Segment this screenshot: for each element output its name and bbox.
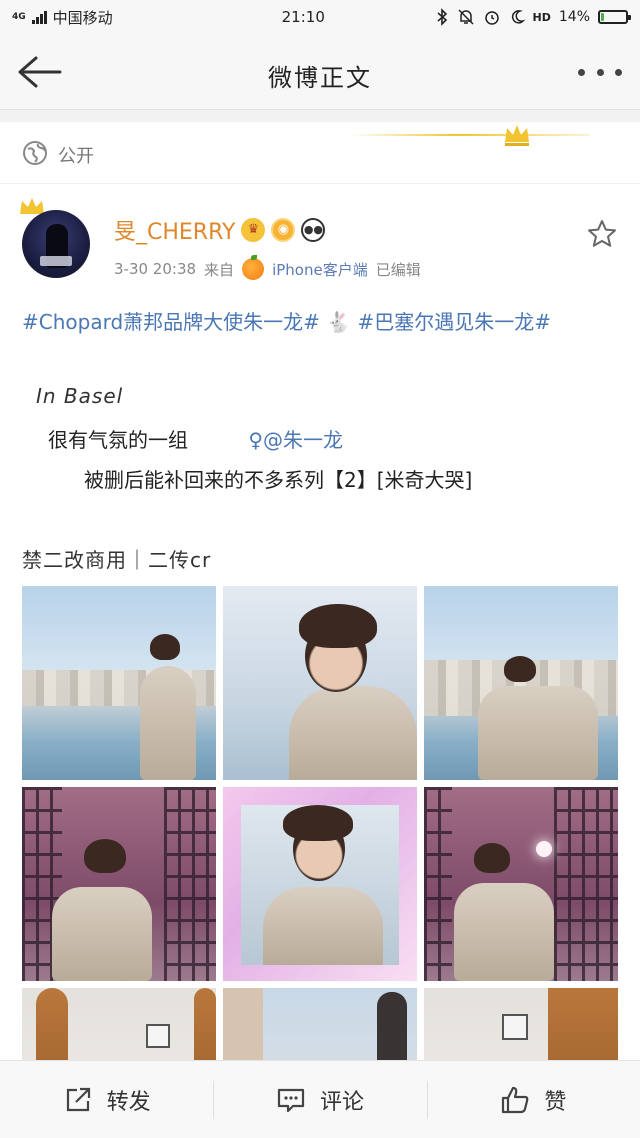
author-name[interactable]: 旻_CHERRY [114, 214, 235, 246]
edited-label: 已编辑 [375, 260, 421, 279]
post-line-text: 很有气氛的一组 [48, 428, 188, 452]
photo-9[interactable] [424, 988, 618, 1060]
page-title: 微博正文 [268, 64, 372, 92]
thumbs-up-icon [502, 1086, 529, 1113]
star-icon[interactable] [586, 218, 618, 250]
photo-7[interactable] [22, 988, 216, 1060]
comment-label: 评论 [319, 1089, 364, 1115]
decor-line [350, 134, 590, 136]
like-button[interactable]: 赞 [426, 1061, 640, 1138]
alarm-icon [484, 11, 499, 25]
orange-icon [242, 255, 265, 280]
comment-button[interactable]: 评论 [213, 1061, 426, 1138]
author-name-row: 旻_CHERRY ♛ ◉ ●● [114, 214, 326, 246]
share-icon [66, 1087, 90, 1111]
battery-icon [598, 10, 631, 24]
post-line: 很有气氛的一组 ♀@朱一龙 [48, 424, 343, 453]
status-bar: 4G 中国移动 21:10 HD 14% [0, 0, 640, 34]
globe-icon [23, 141, 47, 165]
photo-4[interactable] [22, 787, 216, 981]
photo-grid [22, 586, 618, 1060]
rabbit-emoji-icon: 🐇 [326, 310, 352, 334]
crown-badge-icon: ♛ [241, 218, 266, 242]
post-line: In Basel [36, 384, 124, 408]
hd-call-icon: HD [532, 10, 551, 24]
hashtag-link[interactable]: #巴塞尔遇见朱一龙# [358, 310, 552, 334]
crown-icon [505, 125, 529, 146]
post-source[interactable]: iPhone客户端 [272, 259, 368, 280]
moon-icon [511, 10, 525, 24]
repost-label: 转发 [106, 1089, 151, 1115]
network-type: 4G [12, 12, 26, 22]
battery-percent: 14% [558, 9, 590, 25]
ring-badge-icon: ◉ [271, 218, 296, 242]
photo-8[interactable] [223, 988, 417, 1060]
post-date: 3-30 20:38 [114, 260, 197, 278]
post-line: 被删后能补回来的不多系列【2】[米奇大哭] [84, 468, 473, 492]
action-bar: 转发 评论 赞 [0, 1060, 640, 1138]
photo-3[interactable] [424, 586, 618, 780]
repost-button[interactable]: 转发 [0, 1061, 213, 1138]
signal-icon [31, 10, 47, 24]
photo-5[interactable] [223, 787, 417, 981]
nav-bar: 微博正文 [0, 34, 640, 110]
divider [0, 110, 640, 122]
hashtag-link[interactable]: #Chopard萧邦品牌大使朱一龙# [22, 310, 320, 334]
post-hashtags: #Chopard萧邦品牌大使朱一龙# 🐇 #巴塞尔遇见朱一龙# [22, 302, 622, 342]
clock: 21:10 [281, 8, 325, 26]
bell-off-icon [458, 9, 474, 25]
mention-link[interactable]: ♀@朱一龙 [248, 428, 343, 452]
visibility-label: 公开 [58, 146, 94, 167]
more-button[interactable] [578, 58, 622, 86]
comment-icon [277, 1088, 305, 1112]
carrier-name: 中国移动 [52, 8, 113, 27]
photo-2[interactable] [223, 586, 417, 780]
post-line: 禁二改商用｜二传cr [22, 548, 212, 572]
bluetooth-icon [437, 8, 447, 26]
visibility-row: 公开 [0, 122, 640, 184]
panda-badge-icon: ●● [301, 218, 326, 242]
photo-6[interactable] [424, 787, 618, 981]
avatar[interactable] [22, 210, 90, 278]
like-label: 赞 [544, 1089, 567, 1115]
post-meta: 3-30 20:38 来自 iPhone客户端 已编辑 [114, 255, 421, 280]
from-label: 来自 [204, 260, 235, 279]
photo-1[interactable] [22, 586, 216, 780]
more-dots-icon [578, 68, 585, 76]
